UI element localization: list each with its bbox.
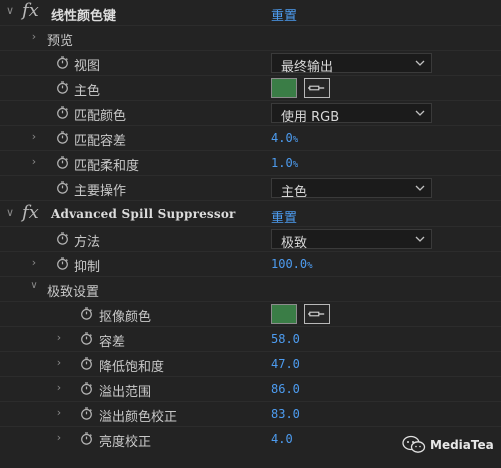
- chevron-down-icon[interactable]: ∨: [5, 206, 15, 219]
- stopwatch-icon[interactable]: [56, 232, 69, 245]
- key-operation-label: 主要操作: [74, 184, 127, 199]
- chevron-down-icon: [415, 184, 425, 192]
- number-value: 1.0: [271, 156, 293, 170]
- spill-range-value[interactable]: 86.0: [271, 382, 300, 396]
- fx-icon[interactable]: fx: [22, 0, 39, 21]
- chevron-right-icon[interactable]: ›: [29, 256, 39, 269]
- desaturation-label: 降低饱和度: [99, 360, 165, 375]
- stopwatch-icon[interactable]: [80, 407, 93, 420]
- stopwatch-icon[interactable]: [80, 432, 93, 445]
- matching-softness-value[interactable]: 1.0%: [271, 156, 298, 170]
- method-row: 方法 极致: [0, 227, 501, 252]
- chevron-right-icon[interactable]: ›: [54, 431, 64, 444]
- effect-header-linear-color-key[interactable]: ∨ fx 线性颜色键 重置: [0, 0, 501, 25]
- ultra-settings-group[interactable]: ∨ 极致设置: [0, 277, 501, 302]
- unit: %: [307, 261, 313, 271]
- number-value: 4.0: [271, 131, 293, 145]
- matching-softness-label: 匹配柔和度: [74, 159, 140, 174]
- method-label: 方法: [74, 235, 101, 250]
- matching-tolerance-row: › 匹配容差 4.0%: [0, 126, 501, 151]
- watermark-text: MediaTea: [430, 438, 494, 452]
- spill-range-row: › 溢出范围 86.0: [0, 377, 501, 402]
- reset-link[interactable]: 重置: [271, 207, 297, 226]
- key-color-row: 主色: [0, 76, 501, 101]
- key-operation-row: 主要操作 主色: [0, 176, 501, 201]
- reset-link[interactable]: 重置: [271, 5, 297, 24]
- spill-color-correction-value[interactable]: 83.0: [271, 407, 300, 421]
- matching-softness-row: › 匹配柔和度 1.0%: [0, 151, 501, 176]
- unit: %: [292, 160, 299, 170]
- ultra-settings-label: 极致设置: [47, 285, 100, 300]
- stopwatch-icon[interactable]: [56, 181, 69, 194]
- view-label: 视图: [74, 59, 101, 74]
- tolerance-row: › 容差 58.0: [0, 327, 501, 352]
- chevron-right-icon[interactable]: ›: [29, 130, 39, 143]
- suppression-row: › 抑制 100.0%: [0, 252, 501, 277]
- tolerance-value[interactable]: 58.0: [271, 332, 300, 346]
- view-value: 最终输出: [281, 60, 334, 75]
- chevron-down-icon: [415, 235, 425, 243]
- luma-correction-label: 亮度校正: [99, 435, 152, 450]
- eyedropper-icon[interactable]: [304, 78, 330, 98]
- ultra-key-color-row: 抠像颜色: [0, 302, 501, 327]
- chevron-down-icon: [415, 109, 425, 117]
- method-dropdown[interactable]: 极致: [271, 229, 432, 251]
- suppression-label: 抑制: [74, 260, 101, 275]
- chevron-right-icon[interactable]: ›: [54, 381, 64, 394]
- spill-color-correction-row: › 溢出颜色校正 83.0: [0, 402, 501, 427]
- desaturation-row: › 降低饱和度 47.0: [0, 352, 501, 377]
- suppression-value[interactable]: 100.0%: [271, 257, 313, 271]
- eyedropper-icon[interactable]: [304, 304, 330, 324]
- key-operation-value: 主色: [281, 185, 308, 200]
- stopwatch-icon[interactable]: [56, 131, 69, 144]
- view-row: 视图 最终输出: [0, 51, 501, 76]
- preview-label: 预览: [47, 34, 74, 49]
- number-value: 100.0: [271, 257, 308, 271]
- chevron-right-icon[interactable]: ›: [54, 406, 64, 419]
- match-colors-label: 匹配颜色: [74, 109, 127, 124]
- chevron-down-icon[interactable]: ∨: [5, 4, 15, 17]
- stopwatch-icon[interactable]: [80, 357, 93, 370]
- stopwatch-icon[interactable]: [56, 81, 69, 94]
- desaturation-value[interactable]: 47.0: [271, 357, 300, 371]
- chevron-right-icon[interactable]: ›: [29, 155, 39, 168]
- luma-correction-value[interactable]: 4.0: [271, 432, 293, 446]
- effect-title: Advanced Spill Suppressor: [51, 207, 236, 221]
- matching-tolerance-label: 匹配容差: [74, 134, 127, 149]
- method-value: 极致: [281, 236, 308, 251]
- spill-range-label: 溢出范围: [99, 385, 152, 400]
- match-colors-row: 匹配颜色 使用 RGB: [0, 101, 501, 126]
- chevron-down-icon: [415, 59, 425, 67]
- preview-group[interactable]: › 预览: [0, 26, 501, 51]
- fx-icon[interactable]: fx: [22, 202, 39, 223]
- stopwatch-icon[interactable]: [56, 156, 69, 169]
- ultra-key-color-label: 抠像颜色: [99, 310, 152, 325]
- unit: %: [292, 135, 299, 145]
- chevron-right-icon[interactable]: ›: [54, 331, 64, 344]
- ultra-key-color-swatch[interactable]: [271, 304, 297, 324]
- key-operation-dropdown[interactable]: 主色: [271, 178, 432, 200]
- stopwatch-icon[interactable]: [56, 56, 69, 69]
- matching-tolerance-value[interactable]: 4.0%: [271, 131, 298, 145]
- effect-header-spill-suppressor[interactable]: ∨ fx Advanced Spill Suppressor 重置: [0, 202, 501, 227]
- stopwatch-icon[interactable]: [80, 307, 93, 320]
- stopwatch-icon[interactable]: [80, 332, 93, 345]
- stopwatch-icon[interactable]: [80, 382, 93, 395]
- stopwatch-icon[interactable]: [56, 257, 69, 270]
- view-dropdown[interactable]: 最终输出: [271, 53, 432, 75]
- tolerance-label: 容差: [99, 335, 126, 350]
- chevron-right-icon[interactable]: ›: [29, 30, 39, 43]
- stopwatch-icon[interactable]: [56, 106, 69, 119]
- wechat-icon: [402, 435, 426, 453]
- key-color-label: 主色: [74, 84, 101, 99]
- match-colors-dropdown[interactable]: 使用 RGB: [271, 103, 432, 125]
- chevron-right-icon[interactable]: ›: [54, 356, 64, 369]
- match-colors-value: 使用 RGB: [281, 110, 340, 125]
- effect-title: 线性颜色键: [51, 9, 117, 24]
- key-color-swatch[interactable]: [271, 78, 297, 98]
- chevron-down-icon[interactable]: ∨: [29, 280, 39, 291]
- spill-color-correction-label: 溢出颜色校正: [99, 410, 178, 425]
